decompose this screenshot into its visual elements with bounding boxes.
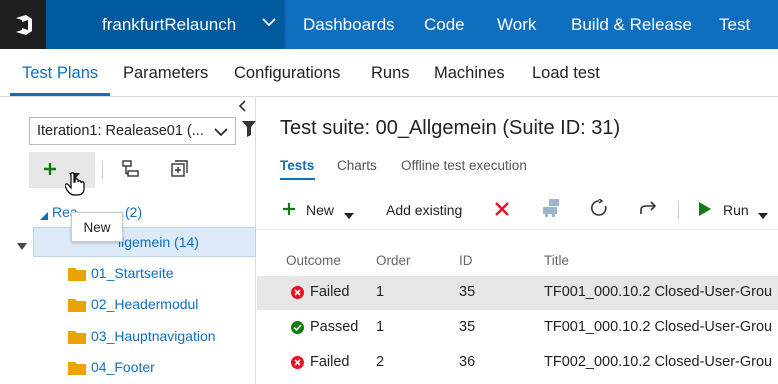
tab-load-test[interactable]: Load test: [532, 64, 600, 83]
iteration-value: Iteration1: Realease01 (...: [37, 123, 204, 139]
failed-icon: [291, 356, 304, 369]
id-cell: 35: [459, 319, 476, 335]
title-cell: TF001_000.10.2 Closed-User-Grou: [544, 284, 773, 300]
project-selector[interactable]: frankfurtRelaunch: [46, 0, 285, 49]
tab-parameters[interactable]: Parameters: [123, 64, 208, 83]
tree-selected-label: llgemein (14): [118, 234, 199, 250]
plus-icon: [282, 202, 296, 221]
column-header-title[interactable]: Title: [544, 253, 569, 268]
expanded-triangle-icon: [40, 207, 48, 223]
run-label: Run: [723, 202, 749, 218]
tree-node[interactable]: 03_Hauptnavigation: [0, 321, 256, 351]
collapse-triangle-icon[interactable]: [17, 237, 27, 255]
order-cell: 2: [376, 354, 385, 370]
failed-icon: [291, 286, 304, 299]
add-suite-icon[interactable]: [171, 160, 189, 183]
caret-down-icon: [758, 206, 768, 224]
sub-navigation: Test Plans Parameters Configurations Run…: [0, 49, 778, 97]
tab-test-plans[interactable]: Test Plans: [22, 64, 98, 83]
folder-icon: [68, 331, 86, 344]
hub-dashboards[interactable]: Dashboards: [303, 15, 395, 35]
iteration-select[interactable]: Iteration1: Realease01 (...: [29, 117, 236, 145]
delete-icon[interactable]: [494, 201, 510, 222]
tree-node-label: 03_Hauptnavigation: [91, 328, 216, 344]
outcome-cell: Failed: [310, 284, 350, 300]
plus-icon: [43, 162, 57, 181]
collapse-pane-icon[interactable]: [238, 100, 248, 115]
new-test-label: New: [306, 202, 335, 218]
hub-build-release[interactable]: Build & Release: [571, 15, 692, 35]
id-cell: 36: [459, 354, 476, 370]
tab-configurations[interactable]: Configurations: [234, 64, 340, 83]
expand-tree-icon[interactable]: [122, 160, 140, 183]
new-suite-button[interactable]: [29, 152, 95, 196]
tree-node[interactable]: 01_Startseite: [0, 258, 256, 288]
tab-machines[interactable]: Machines: [434, 64, 505, 83]
vsts-logo-icon[interactable]: [0, 0, 46, 49]
run-button[interactable]: Run: [699, 190, 778, 230]
tree-node-selected[interactable]: llgemein (14): [33, 227, 256, 257]
project-name: frankfurtRelaunch: [102, 15, 237, 34]
toolbar-divider: [678, 201, 679, 219]
new-test-button[interactable]: New: [282, 190, 362, 230]
tree-node-label: 04_Footer: [91, 359, 155, 375]
hub-test[interactable]: Test: [719, 15, 750, 35]
folder-icon: [68, 299, 86, 312]
folder-icon: [68, 362, 86, 375]
chevron-down-icon: [214, 125, 228, 144]
id-cell: 35: [459, 284, 476, 300]
filter-icon[interactable]: [242, 121, 256, 142]
tab-tests[interactable]: Tests: [280, 158, 314, 173]
order-cell: 1: [376, 319, 385, 335]
tree-root-label-suffix: (2): [125, 204, 143, 220]
outcome-cell: Failed: [310, 354, 350, 370]
tree-node-label: 01_Startseite: [91, 265, 174, 281]
tree-node-label: 02_Headermodul: [91, 296, 199, 312]
column-header-order[interactable]: Order: [376, 253, 411, 268]
passed-icon: [291, 321, 304, 334]
active-tab-indicator: [280, 178, 315, 180]
play-icon: [699, 202, 711, 221]
hub-work[interactable]: Work: [497, 15, 536, 35]
share-arrow-icon[interactable]: [639, 200, 657, 221]
tree-node[interactable]: 02_Headermodul: [0, 289, 256, 319]
chevron-down-icon: [261, 14, 277, 35]
refresh-icon[interactable]: [590, 198, 608, 222]
toolbar-divider: [102, 161, 103, 179]
hub-code[interactable]: Code: [424, 15, 465, 35]
title-cell: TF002_000.10.2 Closed-User-Grou: [544, 354, 773, 370]
new-tooltip: New: [71, 212, 123, 242]
column-header-id[interactable]: ID: [459, 253, 473, 268]
tree-node[interactable]: 04_Footer: [0, 352, 256, 382]
column-header-outcome[interactable]: Outcome: [286, 253, 341, 268]
top-bar: frankfurtRelaunch Dashboards Code Work B…: [0, 0, 778, 49]
table-row[interactable]: Failed 2 36 TF002_000.10.2 Closed-User-G…: [257, 346, 778, 380]
title-cell: TF001_000.10.2 Closed-User-Grou: [544, 319, 773, 335]
folder-icon: [68, 268, 86, 281]
add-existing-button[interactable]: Add existing: [386, 202, 462, 218]
caret-down-icon: [344, 206, 354, 224]
tab-runs[interactable]: Runs: [371, 64, 410, 83]
assign-configuration-icon[interactable]: [541, 198, 561, 223]
active-tab-indicator: [10, 93, 110, 96]
suite-title: Test suite: 00_Allgemein (Suite ID: 31): [280, 117, 621, 139]
outcome-cell: Passed: [310, 319, 359, 335]
tab-charts[interactable]: Charts: [337, 158, 377, 173]
tests-toolbar: New Add existing Run: [257, 190, 778, 230]
tab-offline-test-execution[interactable]: Offline test execution: [401, 158, 527, 173]
table-row[interactable]: Passed 1 35 TF001_000.10.2 Closed-User-G…: [257, 311, 778, 345]
order-cell: 1: [376, 284, 385, 300]
tree-root-node[interactable]: Rea (2): [0, 197, 256, 227]
suite-toolbar: [29, 150, 256, 196]
table-row[interactable]: Failed 1 35 TF001_000.10.2 Closed-User-G…: [257, 276, 778, 310]
